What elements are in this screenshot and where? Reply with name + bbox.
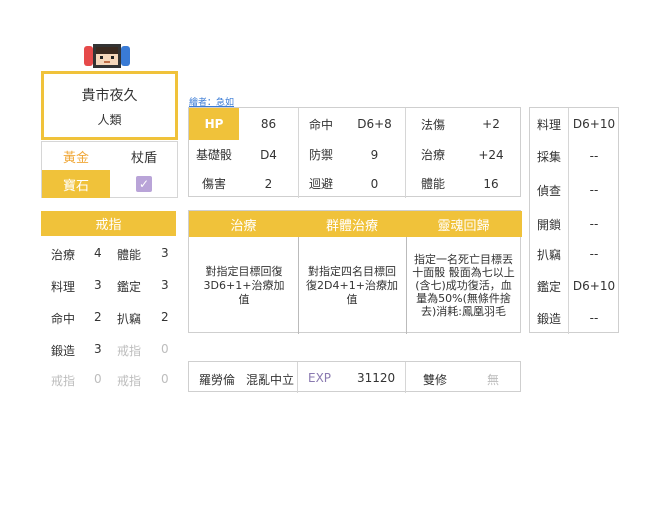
heal-value: +24 (478, 147, 504, 162)
stats-grid: HP 86 命中 D6+8 法傷 +2 基礎骰 D4 防禦 9 治療 +24 傷… (188, 107, 521, 198)
hp-value: 86 (260, 117, 277, 131)
ring-value: 3 (94, 342, 102, 356)
character-name: 貴市夜久 (81, 88, 138, 104)
ring-label: 戒指 (117, 374, 142, 388)
ring-label: 扒竊 (117, 312, 142, 326)
life-skills: 料理 D6+10 採集 -- 偵查 -- 開鎖 -- 扒竊 -- 鑑定 D6+1… (529, 107, 619, 334)
ring-row: 命中 2 扒竊 2 (41, 302, 176, 332)
ring-value: 3 (161, 246, 169, 260)
skill-desc: 指定一名死亡目標丟十面骰 骰面為七以上(含七)成功復活，血量為50%(無條件捨去… (412, 253, 515, 318)
ring-value: 2 (94, 310, 102, 324)
base-value: D4 (260, 147, 277, 162)
hp-label: HP (204, 117, 224, 131)
ring-label: 料理 (51, 280, 76, 294)
tab-shield[interactable]: 杖盾 (110, 142, 178, 170)
ring-value: 3 (161, 278, 169, 292)
rings-header: 戒指 (41, 211, 176, 236)
ring-value: 0 (161, 342, 169, 356)
ring-value: 0 (94, 372, 102, 386)
life-skill-value: -- (589, 149, 599, 163)
ring-label: 鍛造 (51, 344, 76, 358)
ring-label: 治療 (51, 248, 76, 262)
ring-label: 戒指 (117, 344, 142, 358)
ring-row: 治療 4 體能 3 (41, 238, 176, 268)
skill-desc: 對指定四名目標回復2D4+1+治療加值 (306, 264, 398, 306)
heal-label: 治療 (420, 148, 445, 162)
life-skill-label: 鍛造 (536, 311, 561, 326)
gem-checkbox[interactable]: ✓ (110, 170, 178, 198)
life-skill-label: 料理 (536, 117, 561, 132)
stam-value: 16 (483, 176, 499, 191)
dmg-label: 傷害 (201, 177, 226, 191)
skill-name[interactable]: 群體治療 (298, 211, 406, 237)
ring-value: 3 (94, 278, 102, 292)
ring-row: 戒指 0 戒指 0 (41, 364, 176, 394)
life-skill-value: -- (589, 183, 599, 197)
role-label: 羅勞倫 (199, 373, 236, 387)
ring-row: 鍛造 3 戒指 0 (41, 334, 176, 364)
gem-button[interactable]: 寶石 (42, 170, 110, 198)
alignment-label: 混亂中立 (246, 373, 295, 387)
skill-name[interactable]: 靈魂回歸 (406, 211, 521, 237)
character-race: 人類 (97, 113, 122, 127)
life-skill-label: 鑑定 (536, 279, 561, 294)
skills-panel: 治療 群體治療 靈魂回歸 對指定目標回復3D6+1+治療加值 對指定四名目標回復… (188, 210, 522, 334)
exp-value: 31120 (357, 371, 396, 385)
mag-label: 法傷 (420, 117, 445, 132)
eva-label: 迴避 (308, 177, 333, 191)
dual-label: 雙修 (423, 373, 448, 387)
base-label: 基礎骰 (195, 148, 232, 162)
life-skill-value: D6+10 (572, 117, 616, 131)
life-skill-value: -- (589, 311, 599, 325)
life-skill-label: 採集 (536, 149, 561, 164)
ring-label: 體能 (117, 248, 142, 262)
dual-value: 無 (487, 373, 500, 387)
skill-desc: 對指定目標回復3D6+1+治療加值 (203, 264, 285, 306)
life-skill-label: 扒竊 (536, 247, 561, 262)
check-icon: ✓ (136, 176, 152, 192)
eva-value: 0 (370, 176, 379, 191)
def-label: 防禦 (308, 148, 333, 162)
ring-label: 鑑定 (117, 280, 142, 294)
ring-value: 2 (161, 310, 169, 324)
bottom-bar: 羅勞倫 混亂中立 EXP 31120 雙修 無 (188, 361, 521, 393)
hit-label: 命中 (308, 117, 333, 132)
exp-label: EXP (308, 371, 332, 385)
ring-value: 4 (94, 246, 102, 260)
rings-table: 治療 4 體能 3 料理 3 鑑定 3 命中 2 扒竊 2 鍛造 3 戒指 0 … (41, 238, 176, 393)
stam-label: 體能 (420, 177, 445, 191)
equip-tabs: 黃金 杖盾 寶石 ✓ (41, 141, 178, 198)
name-card: 貴市夜久 人類 (41, 71, 178, 140)
avatar (84, 43, 130, 69)
dmg-value: 2 (264, 176, 273, 191)
tab-gold[interactable]: 黃金 (42, 142, 110, 170)
ring-label: 戒指 (51, 374, 76, 388)
mag-value: +2 (482, 117, 500, 131)
ring-value: 0 (161, 372, 169, 386)
skill-name[interactable]: 治療 (189, 211, 298, 237)
life-skill-label: 偵查 (536, 183, 561, 198)
life-skill-value: D6+10 (572, 279, 616, 293)
ring-label: 命中 (51, 312, 76, 326)
life-skill-value: -- (589, 217, 599, 231)
life-skill-value: -- (589, 247, 599, 261)
hit-value: D6+8 (357, 117, 392, 131)
life-skill-label: 開鎖 (536, 217, 561, 232)
ring-row: 料理 3 鑑定 3 (41, 270, 176, 300)
def-value: 9 (370, 147, 379, 162)
